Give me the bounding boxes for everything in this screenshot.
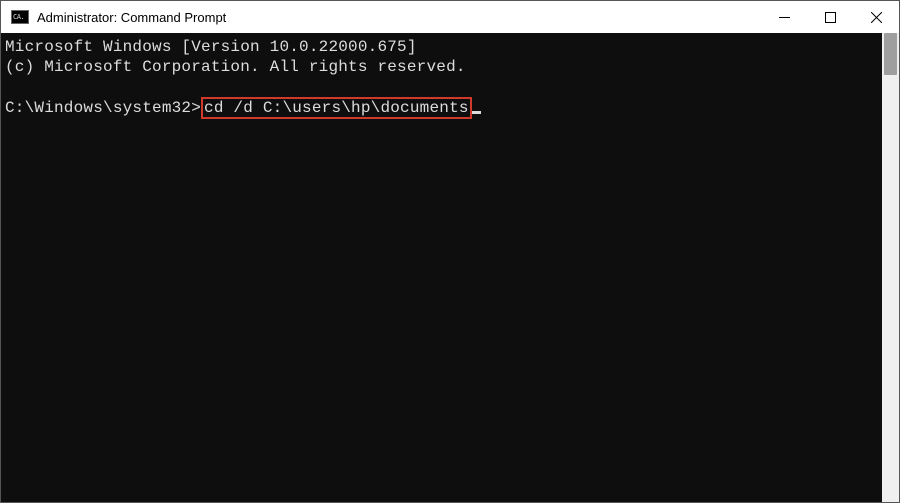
maximize-icon <box>825 12 836 23</box>
text-cursor <box>472 111 481 114</box>
close-button[interactable] <box>853 1 899 33</box>
version-line: Microsoft Windows [Version 10.0.22000.67… <box>5 38 417 56</box>
command-prompt-window: CA. Administrator: Command Prompt Micros… <box>0 0 900 503</box>
titlebar[interactable]: CA. Administrator: Command Prompt <box>1 1 899 33</box>
window-title: Administrator: Command Prompt <box>37 10 761 25</box>
maximize-button[interactable] <box>807 1 853 33</box>
cmd-icon-label: CA. <box>13 14 24 21</box>
scrollbar-thumb[interactable] <box>884 33 897 75</box>
minimize-button[interactable] <box>761 1 807 33</box>
command-highlight: cd /d C:\users\hp\documents <box>201 97 472 119</box>
vertical-scrollbar[interactable] <box>882 33 899 502</box>
content-area: Microsoft Windows [Version 10.0.22000.67… <box>1 33 899 502</box>
prompt-text: C:\Windows\system32> <box>5 99 201 117</box>
terminal-output[interactable]: Microsoft Windows [Version 10.0.22000.67… <box>1 33 882 502</box>
minimize-icon <box>779 12 790 23</box>
cmd-icon: CA. <box>11 10 29 24</box>
close-icon <box>871 12 882 23</box>
window-controls <box>761 1 899 33</box>
copyright-line: (c) Microsoft Corporation. All rights re… <box>5 58 466 76</box>
command-text: cd /d C:\users\hp\documents <box>204 99 469 117</box>
